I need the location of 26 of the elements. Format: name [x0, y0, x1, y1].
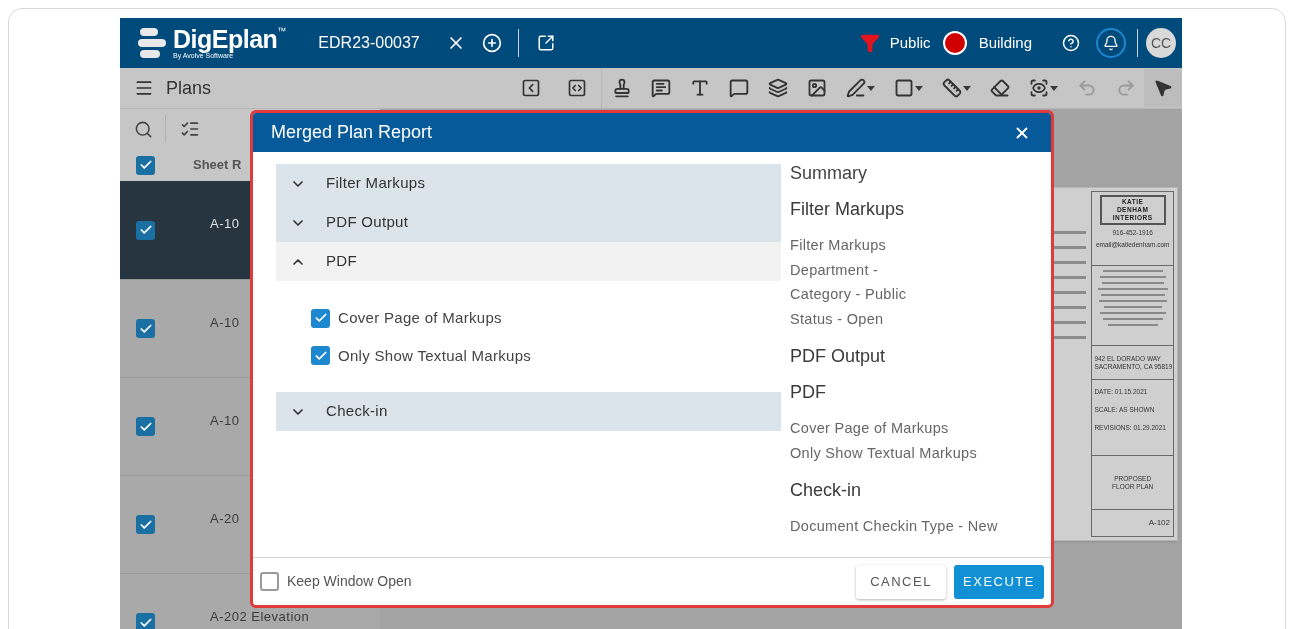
sheet-name: A-10 — [210, 313, 240, 332]
sheet-name: A-10 — [210, 215, 240, 234]
summary-heading: Filter Markups — [790, 198, 906, 221]
option-label: Cover Page of Markups — [338, 308, 502, 328]
sheet-name: A-20 — [210, 509, 240, 528]
summary-heading: PDF — [790, 381, 827, 404]
summary-line: Category - Public — [790, 285, 908, 304]
sheet-name: A-202 Elevation — [210, 607, 310, 626]
summary-line: Department - — [790, 260, 880, 280]
sheet-name: A-10 — [210, 411, 240, 430]
column-header: Sheet R — [193, 156, 242, 175]
trademark: ™ — [277, 27, 287, 36]
panel-title: Plans — [166, 76, 212, 100]
summary-heading: Check-in — [790, 479, 863, 502]
summary-line: Cover Page of Markups — [790, 419, 950, 438]
summary-title: Summary — [790, 162, 868, 185]
dialog-title: Merged Plan Report — [271, 121, 433, 144]
logo-text: DigEplan — [173, 27, 278, 52]
summary-line: Document Checkin Type - New — [790, 517, 998, 536]
sheet-number: A-102 — [1148, 519, 1170, 527]
option-label: Only Show Textual Markups — [338, 345, 532, 366]
summary-line: Only Show Textual Markups — [790, 443, 978, 463]
summary-heading: PDF Output — [790, 345, 887, 368]
keep-open-label: Keep Window Open — [287, 572, 412, 591]
summary-line: Status - Open — [790, 309, 885, 329]
summary-line: Filter Markups — [790, 236, 888, 255]
